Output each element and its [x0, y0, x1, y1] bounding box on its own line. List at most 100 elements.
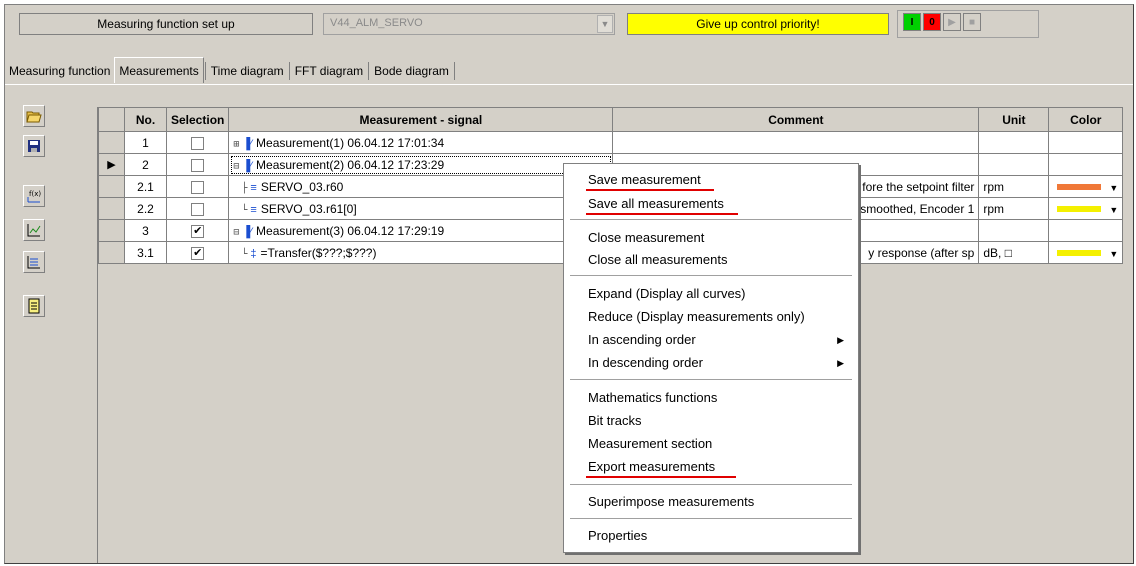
tab-measuring-function[interactable]: Measuring function: [5, 60, 114, 82]
row-color[interactable]: ▼: [1048, 175, 1124, 198]
menu-item-close-all-measurements[interactable]: Close all measurements: [588, 250, 727, 270]
tab-time-diagram[interactable]: Time diagram: [207, 60, 288, 82]
tab-bode-diagram[interactable]: Bode diagram: [370, 60, 453, 82]
menu-item-measurement-section[interactable]: Measurement section: [588, 434, 712, 454]
selection-checkbox[interactable]: ✔: [191, 224, 205, 238]
row-signal[interactable]: └ ‡ =Transfer($???;$???): [228, 241, 614, 264]
menu-item-mathematics-functions[interactable]: Mathematics functions: [588, 388, 717, 408]
column-header-comment[interactable]: Comment: [612, 107, 980, 132]
signal-name: Measurement(2) 06.04.12 17:23:29: [256, 157, 445, 172]
row-unit: rpm: [978, 197, 1050, 220]
tree-branch-icon: ├: [241, 182, 248, 194]
menu-item-descending-order[interactable]: In descending order: [588, 353, 703, 373]
row-number: 2.2: [124, 197, 167, 220]
math-function-icon[interactable]: f(x): [23, 185, 45, 207]
chart-settings-icon[interactable]: [23, 219, 45, 241]
power-off-button[interactable]: 0: [923, 13, 941, 31]
selection-checkbox[interactable]: [191, 202, 205, 216]
drive-select[interactable]: V44_ALM_SERVO ▼: [323, 13, 615, 35]
drive-select-value: V44_ALM_SERVO: [330, 17, 423, 29]
selection-checkbox[interactable]: [191, 158, 205, 172]
menu-item-properties[interactable]: Properties: [588, 526, 647, 546]
color-swatch: [1057, 206, 1102, 213]
menu-item-save-measurement[interactable]: Save measurement: [588, 170, 701, 190]
menu-item-close-measurement[interactable]: Close measurement: [588, 228, 704, 248]
row-header[interactable]: [98, 131, 125, 154]
chart-icon: ▐⁄: [242, 159, 253, 172]
row-comment: [612, 131, 980, 154]
row-header[interactable]: [98, 197, 125, 220]
row-color: [1048, 219, 1124, 242]
column-header-no[interactable]: No.: [124, 107, 167, 132]
tree-expand-icon[interactable]: ⊞: [233, 139, 239, 150]
chevron-down-icon[interactable]: ▼: [1109, 205, 1118, 215]
menu-item-superimpose-measurements[interactable]: Superimpose measurements: [588, 492, 754, 512]
row-color[interactable]: ▼: [1048, 241, 1124, 264]
menu-item-ascending-order[interactable]: In ascending order: [588, 330, 696, 350]
row-selection: [165, 153, 230, 176]
row-unit: rpm: [978, 175, 1050, 198]
signal-name: =Transfer($???;$???): [260, 245, 377, 260]
row-signal[interactable]: └ ≡ SERVO_03.r61[0]: [228, 197, 614, 220]
give-up-control-priority-button[interactable]: Give up control priority!: [627, 13, 889, 35]
signal-name: SERVO_03.r60: [260, 179, 344, 194]
tree-collapse-icon[interactable]: ⊟: [233, 227, 239, 238]
row-signal[interactable]: ├ ≡ SERVO_03.r60: [228, 175, 614, 198]
menu-item-save-all-measurements[interactable]: Save all measurements: [588, 194, 724, 214]
play-icon[interactable]: ▶: [943, 13, 961, 31]
selection-checkbox[interactable]: ✔: [191, 246, 205, 260]
stop-icon[interactable]: ■: [963, 13, 981, 31]
color-swatch: [1057, 184, 1102, 191]
save-disk-icon[interactable]: [23, 135, 45, 157]
submenu-arrow-icon: ▶: [837, 335, 844, 345]
document-icon[interactable]: [23, 295, 45, 317]
selection-checkbox[interactable]: [191, 180, 205, 194]
menu-item-bit-tracks[interactable]: Bit tracks: [588, 411, 641, 431]
row-header[interactable]: [98, 241, 125, 264]
row-selection: [165, 197, 230, 220]
menu-item-reduce[interactable]: Reduce (Display measurements only): [588, 307, 805, 327]
row-signal[interactable]: ⊟ ▐⁄ Measurement(3) 06.04.12 17:29:19: [228, 219, 614, 242]
tab-fft-diagram[interactable]: FFT diagram: [291, 60, 367, 82]
tab-measurements[interactable]: Measurements: [114, 56, 204, 83]
color-swatch: [1057, 250, 1102, 257]
signal-name: SERVO_03.r61[0]: [260, 201, 357, 216]
row-header[interactable]: ▶: [98, 153, 125, 176]
row-header-corner: [98, 107, 125, 132]
curve-list-icon[interactable]: [23, 251, 45, 273]
signal-name: Measurement(1) 06.04.12 17:01:34: [256, 135, 445, 150]
row-header[interactable]: [98, 175, 125, 198]
column-header-unit[interactable]: Unit: [978, 107, 1050, 132]
tree-collapse-icon[interactable]: ⊟: [233, 161, 239, 172]
menu-item-export-measurements[interactable]: Export measurements: [588, 457, 715, 477]
table-row[interactable]: 1 ⊞ ▐⁄ Measurement(1) 06.04.12 17:01:34: [98, 131, 1124, 154]
red-underline: [586, 213, 738, 215]
signal-name: Measurement(3) 06.04.12 17:29:19: [256, 223, 445, 238]
row-header[interactable]: [98, 219, 125, 242]
row-number: 3.1: [124, 241, 167, 264]
row-unit: [978, 131, 1050, 154]
column-header-signal[interactable]: Measurement - signal: [228, 107, 614, 132]
chevron-down-icon[interactable]: ▼: [597, 15, 613, 33]
menu-item-expand[interactable]: Expand (Display all curves): [588, 284, 746, 304]
tab-divider: [288, 62, 290, 80]
row-selection: [165, 175, 230, 198]
row-signal[interactable]: ⊞ ▐⁄ Measurement(1) 06.04.12 17:01:34: [228, 131, 614, 154]
selection-checkbox[interactable]: [191, 136, 205, 150]
measuring-function-setup-label: Measuring function set up: [19, 13, 313, 35]
row-unit: dB, □: [978, 241, 1050, 264]
row-color[interactable]: ▼: [1048, 197, 1124, 220]
tree-branch-icon: └: [241, 248, 248, 260]
app-window: Measuring function set up V44_ALM_SERVO …: [4, 4, 1134, 564]
open-folder-icon[interactable]: [23, 105, 45, 127]
power-on-button[interactable]: I: [903, 13, 921, 31]
row-selection: [165, 131, 230, 154]
row-color: [1048, 131, 1124, 154]
column-header-selection[interactable]: Selection: [165, 107, 230, 132]
chevron-down-icon[interactable]: ▼: [1109, 183, 1118, 193]
chart-icon: ▐⁄: [242, 137, 253, 150]
column-header-color[interactable]: Color: [1048, 107, 1124, 132]
chevron-down-icon[interactable]: ▼: [1109, 249, 1118, 259]
row-unit: [978, 219, 1050, 242]
row-signal[interactable]: ⊟ ▐⁄ Measurement(2) 06.04.12 17:23:29: [228, 153, 614, 176]
